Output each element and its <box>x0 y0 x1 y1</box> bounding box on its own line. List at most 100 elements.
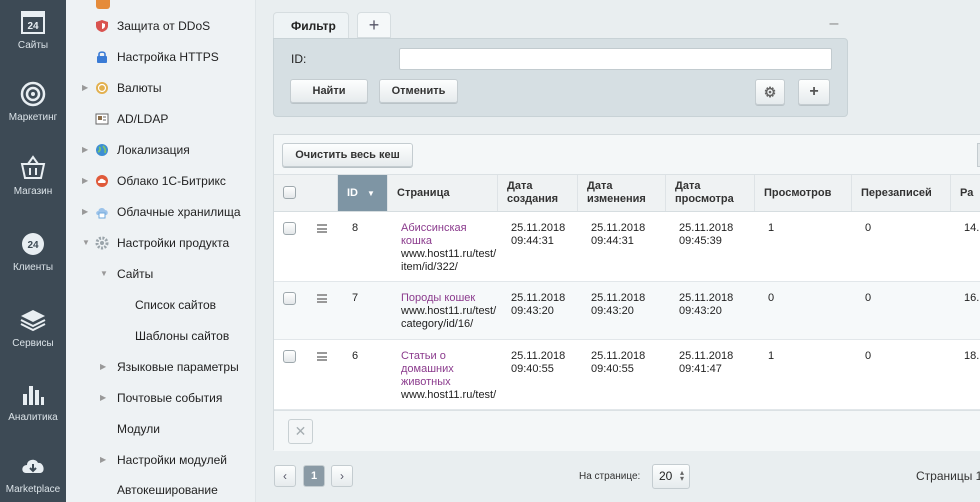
rail-label: Аналитика <box>8 412 58 423</box>
rail-item-services[interactable]: Сервисы <box>0 306 66 349</box>
gear-icon: ⚙ <box>763 84 777 100</box>
row-menu-icon[interactable] <box>317 224 327 233</box>
tree-arrow[interactable]: ▼ <box>82 239 90 247</box>
tree-item-product-settings[interactable]: ▼ Настройки продукта <box>80 233 255 253</box>
row-id: 6 <box>352 350 359 362</box>
tree-item-modules[interactable]: Модули <box>98 419 255 439</box>
id-filter-input[interactable] <box>399 48 832 70</box>
close-icon: ✕ <box>294 423 307 439</box>
column-viewed-header[interactable]: Дата просмотра <box>665 175 754 211</box>
tree-item-https[interactable]: Настройка HTTPS <box>80 47 255 67</box>
find-button[interactable]: Найти <box>290 79 368 103</box>
tree-item-autocache[interactable]: Автокеширование <box>98 480 255 500</box>
tree-item-currencies[interactable]: ▶ Валюты <box>80 78 255 98</box>
rail-item-marketing[interactable]: Маркетинг <box>0 80 66 123</box>
row-viewed: 25.11.2018 09:45:39 <box>679 222 734 247</box>
tree-arrow[interactable]: ▶ <box>82 146 90 154</box>
page-url: www.host11.ru/test/ <box>401 389 497 401</box>
column-created-header[interactable]: Дата создания <box>497 175 577 211</box>
page-title-link[interactable]: Статьи о домашних животных <box>401 350 463 389</box>
cancel-button[interactable]: Отменить <box>379 79 458 103</box>
row-checkbox[interactable] <box>283 292 296 305</box>
tree-arrow[interactable]: ▶ <box>82 208 90 216</box>
row-checkbox[interactable] <box>283 222 296 235</box>
row-id: 7 <box>352 292 359 304</box>
per-page-label: На странице: <box>579 471 641 482</box>
rail-item-shop[interactable]: Магазин <box>0 154 66 197</box>
column-rewrites-header[interactable]: Перезаписей <box>851 175 950 211</box>
cloud-download-icon <box>19 452 47 480</box>
rail-item-clients[interactable]: 24 Клиенты <box>0 230 66 273</box>
tree-arrow[interactable]: ▶ <box>82 177 90 185</box>
filter-settings-button[interactable]: ⚙ <box>755 79 785 105</box>
column-modified-header[interactable]: Дата изменения <box>577 175 665 211</box>
clients-24-icon: 24 <box>19 230 47 258</box>
page-title-link[interactable]: Породы кошек <box>401 292 475 304</box>
rail-item-analytics[interactable]: Аналитика <box>0 380 66 423</box>
select-all-checkbox[interactable] <box>283 186 296 199</box>
layers-icon <box>19 306 47 334</box>
tree-arrow[interactable]: ▼ <box>100 270 108 278</box>
header-select-all-cell <box>274 175 306 211</box>
filter-panel: ID: Найти Отменить ⚙ + <box>273 38 848 117</box>
tree-arrow[interactable] <box>82 22 90 30</box>
add-filter-field-button[interactable]: + <box>798 79 830 105</box>
shield-icon <box>95 19 109 33</box>
row-menu-icon[interactable] <box>317 352 327 361</box>
tree-item-localization[interactable]: ▶ Локализация <box>80 140 255 160</box>
tree-item-top-cut[interactable] <box>94 0 254 12</box>
row-page-cell: Породы кошек www.host11.ru/test/category… <box>401 292 497 331</box>
tree-item-bitrix-cloud[interactable]: ▶ Облако 1С-Битрикс <box>80 171 255 191</box>
page-url: www.host11.ru/test/item/id/322/ <box>401 248 497 273</box>
tree-arrow[interactable] <box>82 115 90 123</box>
tree-item-label: Почтовые события <box>117 391 223 405</box>
tree-item-module-settings[interactable]: ▶ Настройки модулей <box>98 450 255 470</box>
tree-arrow[interactable]: ▶ <box>82 84 90 92</box>
tree-arrow[interactable]: ▶ <box>100 394 108 402</box>
table-row[interactable]: 7 Породы кошек www.host11.ru/test/catego… <box>274 282 980 340</box>
tree-item-label: Языковые параметры <box>117 360 239 374</box>
pages-label: Страницы 1 <box>916 469 980 483</box>
ldap-icon <box>95 112 109 126</box>
column-id-header[interactable]: ID ▼ <box>337 175 387 211</box>
grid-header: ID ▼ Страница Дата создания Дата изменен… <box>274 175 980 212</box>
rail-item-marketplace[interactable]: Marketplace <box>0 452 66 495</box>
table-row[interactable]: 8 Абиссинская кошка www.host11.ru/test/i… <box>274 212 980 282</box>
left-nav-rail: 24 Сайты Маркетинг Магазин 24 Клиенты Се… <box>0 0 66 502</box>
grid-footer: ✕ <box>274 410 980 451</box>
delete-selected-button[interactable]: ✕ <box>288 419 313 444</box>
column-views-header[interactable]: Просмотров <box>754 175 851 211</box>
page-title-link[interactable]: Абиссинская кошка <box>401 222 467 247</box>
next-page-button[interactable]: › <box>331 465 353 487</box>
tree-item-sites[interactable]: ▼ Сайты <box>98 264 255 284</box>
column-cutoff-header[interactable]: Ра <box>950 175 980 211</box>
tree-item-ldap[interactable]: AD/LDAP <box>80 109 255 129</box>
rail-label: Сайты <box>17 40 49 51</box>
tree-arrow[interactable] <box>82 53 90 61</box>
filter-tab[interactable]: Фильтр <box>273 12 349 40</box>
rail-item-sites[interactable]: 24 Сайты <box>0 8 66 51</box>
add-filter-tab-button[interactable]: + <box>357 12 391 38</box>
tree-arrow[interactable]: ▶ <box>100 456 108 464</box>
clear-all-cache-button[interactable]: Очистить весь кеш <box>282 143 413 167</box>
prev-page-button[interactable]: ‹ <box>274 465 296 487</box>
tree-item-site-templates[interactable]: Шаблоны сайтов <box>116 326 255 346</box>
column-page-header[interactable]: Страница <box>387 175 497 211</box>
currency-icon <box>95 81 109 95</box>
row-cutoff-value: 18. <box>964 350 980 362</box>
per-page-select[interactable]: 20 ▴ ▾ <box>652 464 690 489</box>
tree-item-mail-events[interactable]: ▶ Почтовые события <box>98 388 255 408</box>
page-1-button[interactable]: 1 <box>303 465 325 487</box>
table-row[interactable]: 6 Статьи о домашних животных www.host11.… <box>274 340 980 410</box>
tree-arrow[interactable]: ▶ <box>100 363 108 371</box>
rail-label: Marketplace <box>5 484 61 495</box>
row-checkbox[interactable] <box>283 350 296 363</box>
filter-minimize-button[interactable]: – <box>828 14 840 34</box>
tree-item-label: Автокеширование <box>117 483 218 497</box>
tree-item-cloud-storage[interactable]: ▶ Облачные хранилища <box>80 202 255 222</box>
tree-item-language-params[interactable]: ▶ Языковые параметры <box>98 357 255 377</box>
tree-item-site-list[interactable]: Список сайтов <box>116 295 255 315</box>
row-menu-icon[interactable] <box>317 294 327 303</box>
tree-item-ddos[interactable]: Защита от DDoS <box>80 16 255 36</box>
row-rewrites: 0 <box>865 350 872 362</box>
